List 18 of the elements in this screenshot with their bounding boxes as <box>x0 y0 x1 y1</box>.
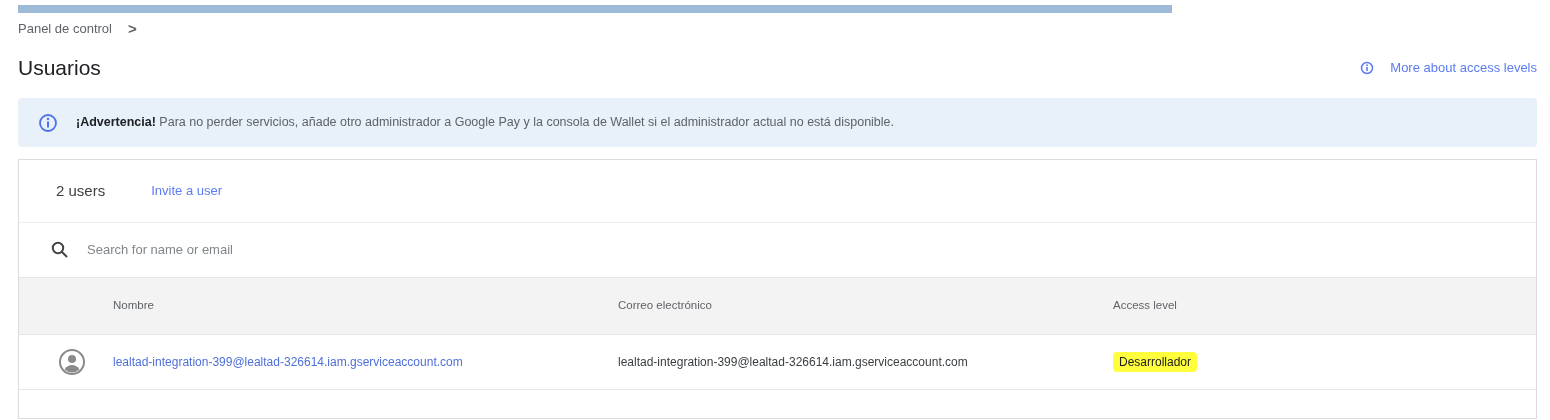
warning-text: ¡Advertencia! Para no perder servicios, añade otro administrador a Google Pay y la consola de Wallet si el administrador actual no está disponible. <box>76 114 895 132</box>
access-levels-link[interactable]: More about access levels <box>1360 58 1537 78</box>
avatar-icon <box>59 349 85 375</box>
breadcrumb-separator: > <box>127 18 137 39</box>
email-cell: lealtad-integration-399@lealtad-326614.iam.gserviceaccount.com <box>618 355 968 369</box>
search-icon <box>51 241 69 259</box>
highlighted-access-level: Desarrollador <box>1113 352 1198 372</box>
breadcrumb-link[interactable]: Panel de control <box>18 19 112 39</box>
column-header: Nombre <box>113 299 154 312</box>
user-count: 2 users <box>56 180 106 201</box>
user-link[interactable]: lealtad-integration-399@lealtad-326614.iam.gserviceaccount.com <box>113 355 463 369</box>
column-header: Correo electrónico <box>618 299 712 312</box>
page-title: Usuarios <box>18 55 101 82</box>
column-header: Access level <box>1113 299 1177 312</box>
info-icon <box>1360 61 1375 75</box>
search-field[interactable]: Search for name or email <box>87 240 1504 260</box>
info-icon <box>38 112 58 133</box>
invite-link[interactable]: Invite a user <box>151 181 223 201</box>
